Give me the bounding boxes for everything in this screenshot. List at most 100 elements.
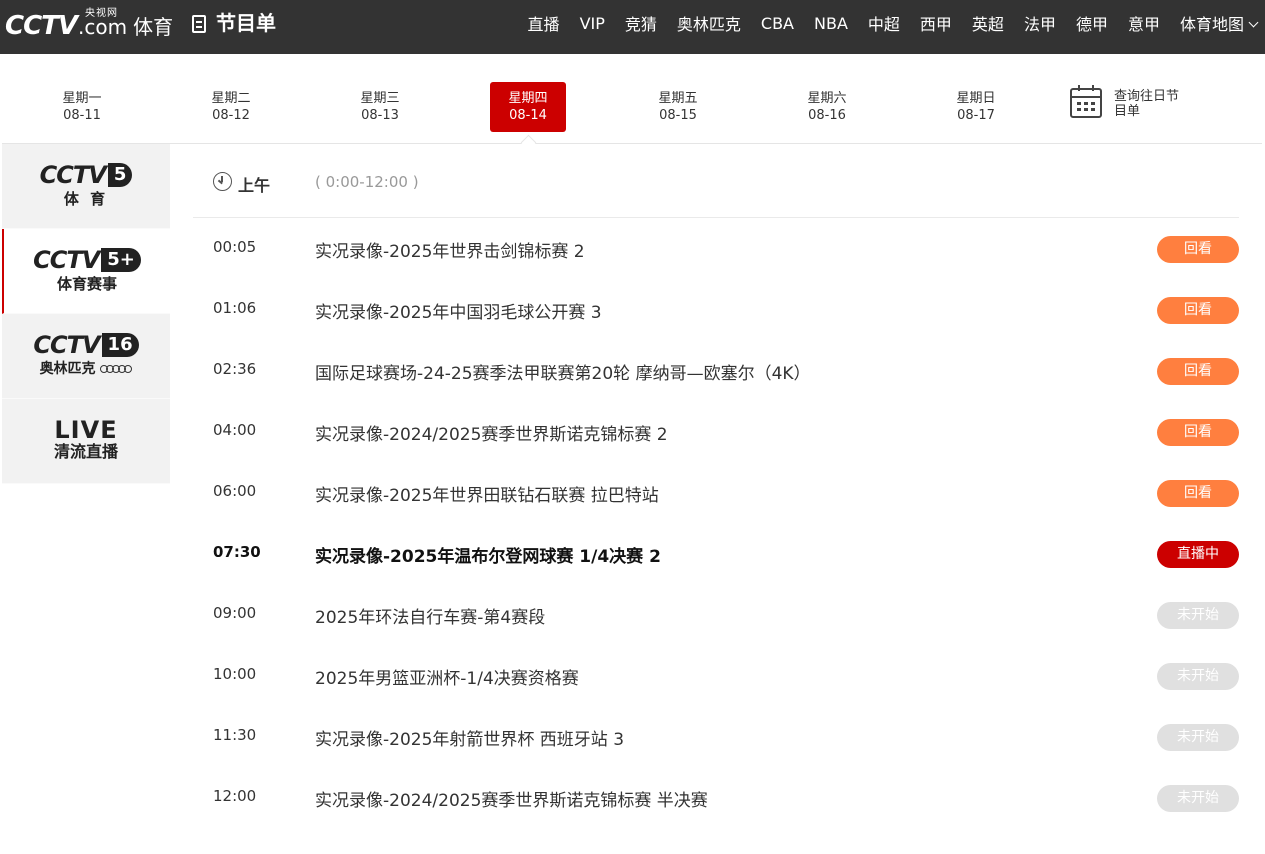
channel-number-badge: 5+ xyxy=(101,248,141,272)
program-time: 04:00 xyxy=(213,421,257,439)
nav-item-sports-map[interactable]: 体育地图 xyxy=(1179,11,1259,35)
date-tab-fri[interactable]: 星期五 08-15 xyxy=(640,82,716,132)
document-icon xyxy=(192,15,206,33)
program-row[interactable]: 12:00 实况录像-2024/2025赛季世界斯诺克锦标赛 半决赛 未开始 xyxy=(193,767,1239,828)
weekday-label: 星期日 xyxy=(956,91,996,106)
period-header: 上午 ( 0:00-12:00 ) xyxy=(193,144,1239,218)
nav-item-csl[interactable]: 中超 xyxy=(868,11,900,35)
program-title[interactable]: 国际足球赛场-24-25赛季法甲联赛第20轮 摩纳哥—欧塞尔（4K） xyxy=(315,359,811,384)
program-title[interactable]: 2025年男篮亚洲杯-1/4决赛资格赛 xyxy=(315,664,579,689)
program-row[interactable]: 11:30 实况录像-2025年射箭世界杯 西班牙站 3 未开始 xyxy=(193,706,1239,767)
olympic-rings-icon xyxy=(100,365,133,373)
nav-item-vip[interactable]: VIP xyxy=(580,14,605,33)
date-label: 08-13 xyxy=(361,108,399,123)
program-status-button[interactable]: 直播中 xyxy=(1157,541,1239,568)
nav-item-sports-map-label: 体育地图 xyxy=(1179,15,1244,34)
program-status-button: 未开始 xyxy=(1157,602,1239,629)
chevron-down-icon xyxy=(1248,17,1259,28)
channel-sub-label: 清流直播 xyxy=(53,442,118,461)
program-row[interactable]: 09:00 2025年环法自行车赛-第4赛段 未开始 xyxy=(193,584,1239,645)
program-status-button[interactable]: 回看 xyxy=(1157,358,1239,385)
top-nav-bar: CCTV .com 央视网 体育 节目单 直播 VIP 竞猜 奥林匹克 CBA … xyxy=(0,0,1265,54)
program-time: 06:00 xyxy=(213,482,257,500)
weekday-label: 星期二 xyxy=(211,91,251,106)
logo-cctv-text: CCTV xyxy=(5,11,78,41)
date-tab-sat[interactable]: 星期六 08-16 xyxy=(789,82,865,132)
channel-cctv5[interactable]: CCTV 5 体 育 xyxy=(2,144,170,229)
date-selector: 星期一 08-11 星期二 08-12 星期三 08-13 星期四 08-14 … xyxy=(2,54,1262,144)
nav-item-cba[interactable]: CBA xyxy=(761,14,794,33)
period-range: ( 0:00-12:00 ) xyxy=(315,173,419,191)
program-row[interactable]: 06:00 实况录像-2025年世界田联钻石联赛 拉巴特站 回看 xyxy=(193,462,1239,523)
main-nav: 直播 VIP 竞猜 奥林匹克 CBA NBA 中超 西甲 英超 法甲 德甲 意甲… xyxy=(508,0,1259,46)
program-row[interactable]: 00:05 实况录像-2025年世界击剑锦标赛 2 回看 xyxy=(193,218,1239,279)
weekday-label: 星期六 xyxy=(807,91,847,106)
channel-logo-text: CCTV xyxy=(39,161,107,189)
program-title[interactable]: 实况录像-2025年射箭世界杯 西班牙站 3 xyxy=(315,725,624,750)
calendar-icon xyxy=(1070,85,1102,118)
program-row[interactable]: 02:36 国际足球赛场-24-25赛季法甲联赛第20轮 摩纳哥—欧塞尔（4K） 回… xyxy=(193,340,1239,401)
channel-sub-label: 体 育 xyxy=(63,190,109,208)
program-title[interactable]: 实况录像-2025年世界击剑锦标赛 2 xyxy=(315,237,585,262)
nav-item-quiz[interactable]: 竞猜 xyxy=(625,11,657,35)
program-status-button[interactable]: 回看 xyxy=(1157,236,1239,263)
nav-item-nba[interactable]: NBA xyxy=(814,14,848,33)
weekday-label: 星期一 xyxy=(62,91,102,106)
channel-list: CCTV 5 体 育 CCTV 5+ 体育赛事 CCTV 16 奥林匹克 LIV… xyxy=(2,144,170,484)
program-time: 10:00 xyxy=(213,665,257,683)
weekday-label: 星期三 xyxy=(360,91,400,106)
channel-logo-text: CCTV xyxy=(33,246,100,274)
channel-cctv5plus-active[interactable]: CCTV 5+ 体育赛事 xyxy=(2,229,170,314)
channel-logo-text: LIVE xyxy=(54,416,118,444)
channel-number-badge: 5 xyxy=(107,163,133,187)
program-title[interactable]: 实况录像-2025年中国羽毛球公开赛 3 xyxy=(315,298,602,323)
program-time: 09:00 xyxy=(213,604,257,622)
logo-sports-text: 体育 xyxy=(133,15,174,39)
date-label: 08-14 xyxy=(509,108,547,123)
date-tab-thu-active[interactable]: 星期四 08-14 xyxy=(490,82,566,132)
clock-icon xyxy=(213,172,232,191)
schedule-list: 上午 ( 0:00-12:00 ) 00:05 实况录像-2025年世界击剑锦标赛… xyxy=(193,144,1239,828)
date-label: 08-17 xyxy=(957,108,995,123)
nav-item-laliga[interactable]: 西甲 xyxy=(920,11,952,35)
program-row[interactable]: 01:06 实况录像-2025年中国羽毛球公开赛 3 回看 xyxy=(193,279,1239,340)
program-status-button: 未开始 xyxy=(1157,663,1239,690)
channel-logo-text: CCTV xyxy=(33,331,100,359)
program-row[interactable]: 07:30 实况录像-2025年温布尔登网球赛 1/4决赛 2 直播中 xyxy=(193,523,1239,584)
program-time: 00:05 xyxy=(213,238,257,256)
date-label: 08-12 xyxy=(212,108,250,123)
page-title: 节目单 xyxy=(216,11,276,35)
date-tab-tue[interactable]: 星期二 08-12 xyxy=(193,82,269,132)
date-label: 08-15 xyxy=(659,108,697,123)
channel-live[interactable]: LIVE 清流直播 xyxy=(2,399,170,484)
date-tab-sun[interactable]: 星期日 08-17 xyxy=(938,82,1014,132)
program-time: 01:06 xyxy=(213,299,257,317)
nav-item-live[interactable]: 直播 xyxy=(528,11,560,35)
date-label: 08-16 xyxy=(808,108,846,123)
date-label: 08-11 xyxy=(63,108,101,123)
nav-item-bundesliga[interactable]: 德甲 xyxy=(1076,11,1108,35)
program-row[interactable]: 04:00 实况录像-2024/2025赛季世界斯诺克锦标赛 2 回看 xyxy=(193,401,1239,462)
cctv-sports-logo[interactable]: CCTV .com 央视网 体育 xyxy=(5,6,173,42)
logo-yangshi-text: 央视网 xyxy=(85,8,118,19)
date-tab-wed[interactable]: 星期三 08-13 xyxy=(342,82,418,132)
history-schedule-link[interactable]: 查询往日节目单 xyxy=(1070,85,1184,119)
program-title[interactable]: 实况录像-2025年世界田联钻石联赛 拉巴特站 xyxy=(315,481,659,506)
program-title[interactable]: 实况录像-2024/2025赛季世界斯诺克锦标赛 2 xyxy=(315,420,668,445)
nav-item-ligue1[interactable]: 法甲 xyxy=(1024,11,1056,35)
nav-item-serie-a[interactable]: 意甲 xyxy=(1128,11,1160,35)
program-status-button: 未开始 xyxy=(1157,785,1239,812)
program-status-button[interactable]: 回看 xyxy=(1157,480,1239,507)
channel-cctv16[interactable]: CCTV 16 奥林匹克 xyxy=(2,314,170,399)
program-status-button[interactable]: 回看 xyxy=(1157,297,1239,324)
program-status-button[interactable]: 回看 xyxy=(1157,419,1239,446)
program-title[interactable]: 实况录像-2025年温布尔登网球赛 1/4决赛 2 xyxy=(315,542,661,567)
program-row[interactable]: 10:00 2025年男篮亚洲杯-1/4决赛资格赛 未开始 xyxy=(193,645,1239,706)
nav-item-premier-league[interactable]: 英超 xyxy=(972,11,1004,35)
date-tab-mon[interactable]: 星期一 08-11 xyxy=(44,82,120,132)
period-label: 上午 xyxy=(238,176,271,195)
channel-sub-label: 体育赛事 xyxy=(56,275,117,293)
nav-item-olympics[interactable]: 奥林匹克 xyxy=(677,11,741,35)
program-title[interactable]: 实况录像-2024/2025赛季世界斯诺克锦标赛 半决赛 xyxy=(315,786,708,811)
program-title[interactable]: 2025年环法自行车赛-第4赛段 xyxy=(315,603,545,628)
